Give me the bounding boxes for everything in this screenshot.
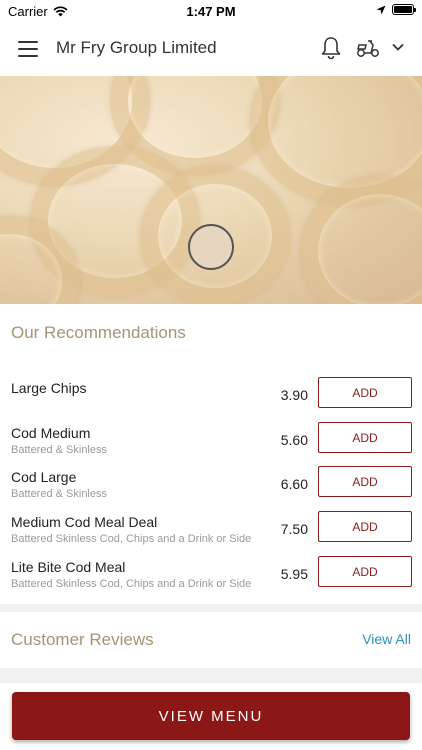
status-bar: Carrier 1:47 PM [0, 0, 422, 22]
app-header: Mr Fry Group Limited [0, 22, 422, 76]
item-price: 5.95 [280, 566, 308, 582]
item-name: Cod Medium [11, 425, 91, 441]
item-name: Lite Bite Cod Meal [11, 559, 126, 575]
menu-item: Large Chips 3.90 ADD [0, 377, 422, 414]
add-button[interactable]: ADD [318, 377, 412, 408]
add-button[interactable]: ADD [318, 556, 412, 587]
item-description: Battered Skinless Cod, Chips and a Drink… [11, 533, 252, 545]
item-price: 6.60 [280, 476, 308, 492]
recommendations-title: Our Recommendations [11, 323, 186, 342]
item-description: Battered Skinless Cod, Chips and a Drink… [11, 578, 252, 590]
section-divider [0, 668, 422, 683]
view-menu-button[interactable]: VIEW MENU [12, 692, 410, 740]
menu-icon[interactable] [18, 41, 38, 57]
item-description: Battered & Skinless [11, 444, 107, 456]
item-price: 7.50 [280, 521, 308, 537]
reviews-title: Customer Reviews [11, 630, 154, 649]
section-divider [0, 604, 422, 612]
status-time: 1:47 PM [186, 4, 236, 19]
menu-item: Lite Bite Cod Meal Battered Skinless Cod… [0, 556, 422, 593]
bottom-bar: VIEW MENU [0, 683, 422, 750]
restaurant-logo [188, 224, 234, 270]
location-arrow-icon [376, 5, 386, 14]
item-price: 5.60 [280, 432, 308, 448]
add-button[interactable]: ADD [318, 466, 412, 497]
item-name: Large Chips [11, 380, 87, 396]
page-title: Mr Fry Group Limited [56, 38, 217, 57]
item-name: Cod Large [11, 469, 77, 485]
menu-item: Medium Cod Meal Deal Battered Skinless C… [0, 511, 422, 548]
battery-icon [392, 4, 416, 15]
menu-item: Cod Large Battered & Skinless 6.60 ADD [0, 466, 422, 503]
add-button[interactable]: ADD [318, 422, 412, 453]
status-right [376, 4, 416, 15]
add-button[interactable]: ADD [318, 511, 412, 542]
menu-item: Cod Medium Battered & Skinless 5.60 ADD [0, 422, 422, 459]
item-name: Medium Cod Meal Deal [11, 514, 158, 530]
chevron-down-icon[interactable] [390, 39, 406, 55]
view-all-link[interactable]: View All [362, 631, 411, 647]
hero-image [0, 76, 422, 304]
item-description: Battered & Skinless [11, 488, 107, 500]
bell-icon[interactable] [320, 36, 342, 60]
scooter-icon[interactable] [355, 37, 381, 59]
item-price: 3.90 [280, 387, 308, 403]
